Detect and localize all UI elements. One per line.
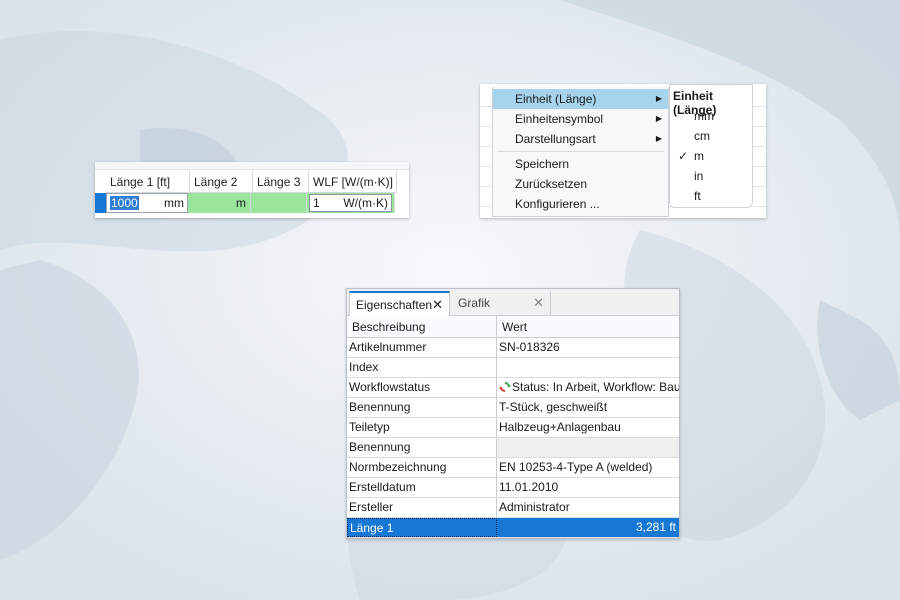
menu-item-label: Einheitensymbol [515,112,604,126]
column-header-laenge2[interactable]: Länge 2 [190,171,253,193]
menu-item-label: Einheit (Länge) [515,92,597,106]
laenge1-input[interactable]: 1000 mm [106,193,188,213]
unit-grid-panel: Länge 1 [ft] Länge 2 Länge 3 WLF [W/(m·K… [95,162,409,218]
property-grid-header: Beschreibung Wert [347,316,679,338]
property-row[interactable]: Workflowstatus Status: In Arbeit, Workfl… [347,378,679,398]
tab-grafik[interactable]: Grafik ✕ [452,291,551,316]
property-value[interactable]: SN-018326 [497,338,679,357]
header-beschreibung[interactable]: Beschreibung [347,316,497,338]
properties-panel: Eigenschaften ✕ Grafik ✕ Beschreibung We… [346,288,680,539]
header-wert[interactable]: Wert [497,316,679,338]
menu-item-darstellungsart[interactable]: Darstellungsart ▶ [493,129,668,149]
property-key: Länge 1 [347,518,497,537]
property-row[interactable]: Teiletyp Halbzeug+Anlagenbau [347,418,679,438]
property-key: Normbezeichnung [347,458,497,477]
property-value-workflow[interactable]: Status: In Arbeit, Workflow: Bau [497,378,679,397]
property-row[interactable]: Benennung [347,438,679,458]
workflow-status-text: Status: In Arbeit, Workflow: Bau [512,380,679,394]
submenu-option-cm[interactable]: cm [694,129,710,143]
laenge2-cell[interactable]: m [188,193,251,213]
property-row-selected[interactable]: Länge 1 3,281 ft [347,518,679,538]
property-row[interactable]: Erstelldatum 11.01.2010 [347,478,679,498]
property-key: Teiletyp [347,418,497,437]
property-key: Artikelnummer [347,338,497,357]
property-key: Benennung [347,398,497,417]
context-menu-panel: Einheit (Länge) ▶ Einheitensymbol ▶ Dars… [480,84,766,218]
menu-item-label: Konfigurieren ... [515,197,600,211]
wlf-value: 1 [313,196,320,210]
menu-item-speichern[interactable]: Speichern [493,154,668,174]
property-key: Benennung [347,438,497,457]
column-header-laenge1[interactable]: Länge 1 [ft] [106,171,190,193]
laenge3-cell[interactable] [251,193,307,213]
property-key: Index [347,358,497,377]
grid-top-bar [95,162,409,170]
wlf-input[interactable]: 1 W/(m·K) [309,194,392,212]
property-value[interactable]: T-Stück, geschweißt [497,398,679,417]
chevron-right-icon: ▶ [655,114,662,123]
property-value[interactable]: Administrator [497,498,679,517]
refresh-status-icon [499,382,511,392]
menu-item-label: Darstellungsart [515,132,596,146]
grid-data-row: 1000 mm m 1 W/(m·K) [95,193,395,213]
submenu-option-in[interactable]: in [694,169,703,183]
menu-item-konfigurieren[interactable]: Konfigurieren ... [493,194,668,214]
property-row[interactable]: Normbezeichnung EN 10253-4-Type A (welde… [347,458,679,478]
close-icon[interactable]: ✕ [432,293,443,317]
grid-header: Länge 1 [ft] Länge 2 Länge 3 WLF [W/(m·K… [106,171,397,193]
property-row[interactable]: Artikelnummer SN-018326 [347,338,679,358]
wlf-unit: W/(m·K) [343,196,388,210]
chevron-right-icon: ▶ [655,134,662,143]
chevron-right-icon: ▶ [655,94,662,103]
property-value[interactable]: Halbzeug+Anlagenbau [497,418,679,437]
column-header-laenge3[interactable]: Länge 3 [253,171,309,193]
property-value[interactable]: EN 10253-4-Type A (welded) [497,458,679,477]
laenge1-unit: mm [164,196,184,210]
submenu-option-ft[interactable]: ft [694,189,701,203]
wlf-cell[interactable]: 1 W/(m·K) [307,193,395,213]
tab-eigenschaften[interactable]: Eigenschaften ✕ [349,291,450,316]
property-value[interactable] [497,358,679,377]
column-header-wlf[interactable]: WLF [W/(m·K)] [309,171,397,193]
tab-label: Grafik [458,296,491,310]
close-icon[interactable]: ✕ [533,291,544,315]
context-menu: Einheit (Länge) ▶ Einheitensymbol ▶ Dars… [492,87,669,217]
property-key: Erstelldatum [347,478,497,497]
menu-item-einheitensymbol[interactable]: Einheitensymbol ▶ [493,109,668,129]
row-selection-marker[interactable] [95,193,106,213]
menu-item-zuruecksetzen[interactable]: Zurücksetzen [493,174,668,194]
unit-submenu: Einheit (Länge) mm cm ✓ m in ft [669,84,753,208]
submenu-option-m[interactable]: m [694,149,704,163]
menu-item-einheit-laenge[interactable]: Einheit (Länge) ▶ [493,89,668,109]
property-value[interactable]: 11.01.2010 [497,478,679,497]
tab-label: Eigenschaften [356,298,433,312]
menu-item-label: Zurücksetzen [515,177,588,191]
submenu-option-mm[interactable]: mm [694,109,714,123]
property-key: Workflowstatus [347,378,497,397]
laenge1-value[interactable]: 1000 [110,196,139,210]
menu-separator [497,151,664,152]
menu-item-label: Speichern [515,157,570,171]
property-value[interactable] [497,438,679,457]
property-row[interactable]: Benennung T-Stück, geschweißt [347,398,679,418]
checkmark-icon: ✓ [678,149,689,163]
tab-bar: Eigenschaften ✕ Grafik ✕ [347,289,679,316]
property-row[interactable]: Ersteller Administrator [347,498,679,518]
property-value[interactable]: 3,281 ft [497,518,679,537]
property-row[interactable]: Index [347,358,679,378]
property-key: Ersteller [347,498,497,517]
